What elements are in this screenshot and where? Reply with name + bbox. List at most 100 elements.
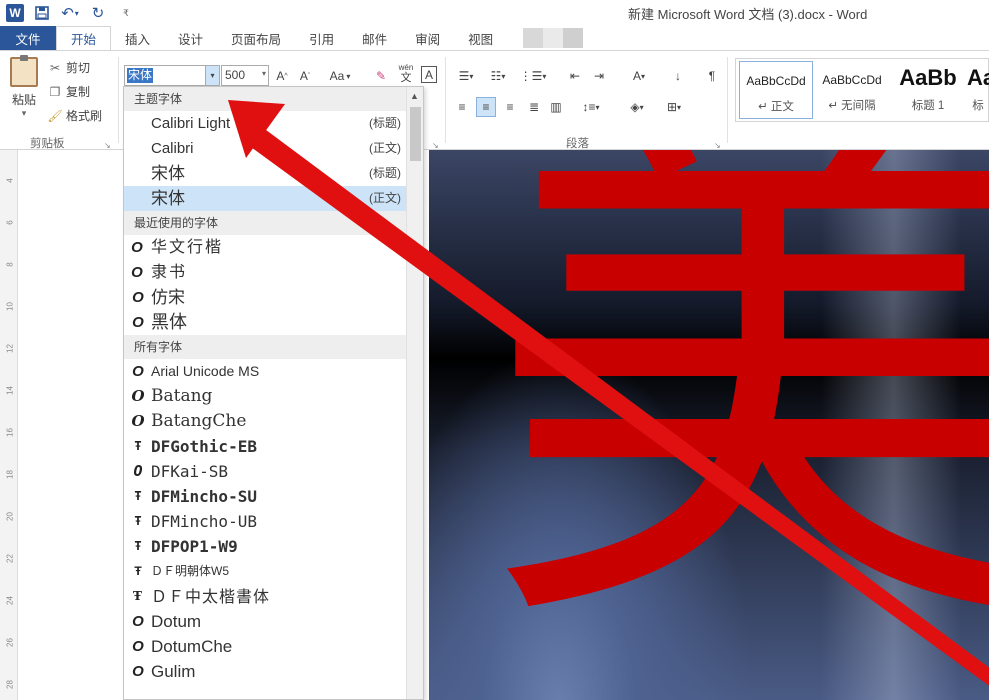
ruler-number: 16 (5, 428, 15, 437)
numbering-button[interactable]: ☷ ▾ (484, 66, 512, 86)
scrollbar-thumb[interactable] (410, 107, 421, 161)
dropdown-scrollbar[interactable]: ▲ (406, 87, 423, 699)
copy-icon: ❐ (49, 84, 61, 99)
font-item-df-zhongtai-kaishu[interactable]: Ŧ ＤＦ中太楷書体 (124, 584, 423, 609)
opentype-icon: O (132, 663, 144, 680)
borders-button[interactable]: ⊞ ▾ (658, 97, 690, 117)
align-left-button[interactable]: ≡ (452, 97, 472, 117)
font-size-value[interactable]: 500 (225, 68, 245, 82)
bullets-button[interactable]: ☰ ▾ (452, 66, 480, 86)
font-item-songti-body[interactable]: 宋体 (正文) (124, 186, 423, 211)
font-item-calibri-light[interactable]: Calibri Light (标题) (124, 111, 423, 136)
font-item-tag: (正文) (369, 191, 401, 205)
chevron-down-icon[interactable]: ▾ (205, 66, 219, 85)
tab-view[interactable]: 视图 (454, 26, 507, 50)
truetype-icon: Ŧ (134, 539, 142, 553)
font-item-dotumche[interactable]: O DotumChe (124, 634, 423, 659)
font-item-batangche[interactable]: O BatangChe (124, 409, 423, 434)
grow-font-button[interactable]: A ^ (273, 66, 291, 86)
quick-access-toolbar: W ↶ ▾ ↻ ₹ (6, 3, 136, 23)
tab-file[interactable]: 文件 (0, 26, 56, 50)
save-icon[interactable] (32, 3, 52, 23)
font-item-name: DFMincho-SU (151, 487, 257, 506)
tab-home[interactable]: 开始 (56, 26, 112, 50)
font-size-combobox[interactable]: 500 ▾ (221, 65, 269, 86)
section-header-all-fonts: 所有字体 (124, 335, 423, 359)
ruler-number: 4 (5, 178, 15, 183)
font-item-lishu[interactable]: O 隶书 (124, 260, 423, 285)
distributed-button[interactable]: ▥ (546, 97, 566, 117)
font-item-batang[interactable]: O Batang (124, 384, 423, 409)
ruler-number: 12 (5, 344, 15, 353)
format-painter-button[interactable]: 🖌 格式刷 (47, 107, 102, 124)
align-right-button[interactable]: ≡ (500, 97, 520, 117)
document-image[interactable]: 美 (429, 150, 989, 700)
font-name-value[interactable]: 宋体 (127, 68, 154, 83)
font-item-heiti[interactable]: O 黑体 (124, 310, 423, 335)
change-case-button[interactable]: Aa ▾ (324, 66, 356, 86)
font-item-name: 仿宋 (151, 288, 185, 307)
font-name-combobox[interactable]: 宋体 ▾ (124, 65, 220, 86)
font-item-name: Calibri Light (151, 115, 231, 132)
customize-qat-icon[interactable]: ₹ (116, 3, 136, 23)
font-item-dfmincho-su[interactable]: Ŧ DFMincho-SU (124, 484, 423, 509)
align-center-button[interactable]: ≡ (476, 97, 496, 117)
tab-insert[interactable]: 插入 (111, 26, 164, 50)
section-header-theme-fonts: 主题字体 (124, 87, 423, 111)
tab-page-layout[interactable]: 页面布局 (217, 26, 295, 50)
font-item-gulim[interactable]: O Gulim (124, 659, 423, 684)
style-name: 标题 1 (911, 100, 945, 112)
font-item-dfgothic-eb[interactable]: Ŧ DFGothic-EB (124, 434, 423, 459)
ruler-number: 10 (5, 302, 15, 311)
scissors-icon: ✂ (49, 60, 61, 75)
character-border-button[interactable]: A (421, 66, 437, 83)
font-item-songti-heading[interactable]: 宋体 (标题) (124, 161, 423, 186)
multilevel-list-button[interactable]: ⋮☰ ▾ (516, 66, 550, 86)
font-item-name: Gulim (151, 662, 196, 681)
font-item-dfmincho-ub[interactable]: Ŧ DFMincho-UB (124, 509, 423, 534)
copy-button[interactable]: ❐ 复制 (48, 83, 90, 100)
tab-references[interactable]: 引用 (295, 26, 348, 50)
font-item-fangsong[interactable]: O 仿宋 (124, 285, 423, 310)
sort-button[interactable]: ↓ (668, 66, 688, 86)
font-item-dotum[interactable]: O Dotum (124, 609, 423, 634)
font-item-name: ＤＦ中太楷書体 (151, 587, 271, 606)
font-item-dfpop1-w9[interactable]: Ŧ DFPOP1-W9 (124, 534, 423, 559)
phonetic-guide-button[interactable]: wén 文 (395, 63, 417, 84)
font-item-df-mincho-w5[interactable]: Ŧ ＤＦ明朝体W5 (124, 559, 423, 584)
separator (727, 57, 728, 143)
font-item-arial-unicode-ms[interactable]: O Arial Unicode MS (124, 359, 423, 384)
tab-design[interactable]: 设计 (164, 26, 217, 50)
font-item-calibri[interactable]: Calibri (正文) (124, 136, 423, 161)
font-item-dfkai-sb[interactable]: O DFKai-SB (124, 459, 423, 484)
style-normal[interactable]: AaBbCcDd ↵ 正文 (739, 61, 813, 119)
copy-label: 复制 (66, 85, 91, 99)
undo-icon[interactable]: ↶ ▾ (60, 3, 80, 23)
decrease-indent-button[interactable]: ⇤ (566, 66, 584, 86)
chevron-down-icon[interactable]: ▾ (262, 69, 266, 78)
word-logo-icon[interactable]: W (6, 4, 24, 22)
truetype-icon: Ŧ (134, 489, 142, 503)
tab-mailings[interactable]: 邮件 (348, 26, 401, 50)
style-no-spacing[interactable]: AaBbCcDd ↵ 无间隔 (815, 61, 889, 119)
redo-icon[interactable]: ↻ (88, 3, 108, 23)
increase-indent-button[interactable]: ⇥ (590, 66, 608, 86)
cut-button[interactable]: ✂ 剪切 (48, 59, 90, 76)
paintbrush-icon: 🖌 (47, 108, 63, 123)
ruler-number: 26 (5, 638, 15, 647)
justify-button[interactable]: ≣ (524, 97, 544, 117)
paste-button[interactable]: 粘贴 ▾ (6, 55, 42, 119)
style-heading-1[interactable]: AaBb 标题 1 (891, 61, 965, 119)
show-marks-button[interactable]: ¶ (703, 66, 721, 86)
opentype-icon: O (132, 613, 144, 630)
clear-formatting-icon[interactable]: ✎ (372, 66, 390, 86)
font-item-huawen-xingkai[interactable]: O 华文行楷 (124, 235, 423, 260)
style-heading-2[interactable]: Aa 标 (967, 61, 989, 119)
shading-button[interactable]: ◈ ▾ (620, 97, 654, 117)
line-spacing-button[interactable]: ↕≡ ▾ (576, 97, 606, 117)
scroll-up-icon[interactable]: ▲ (410, 91, 419, 101)
tab-review[interactable]: 审阅 (401, 26, 454, 50)
font-item-name: Batang (151, 386, 213, 406)
chinese-layout-button[interactable]: A͏ ▾ (622, 66, 656, 86)
shrink-font-button[interactable]: Aˇ (296, 66, 314, 86)
